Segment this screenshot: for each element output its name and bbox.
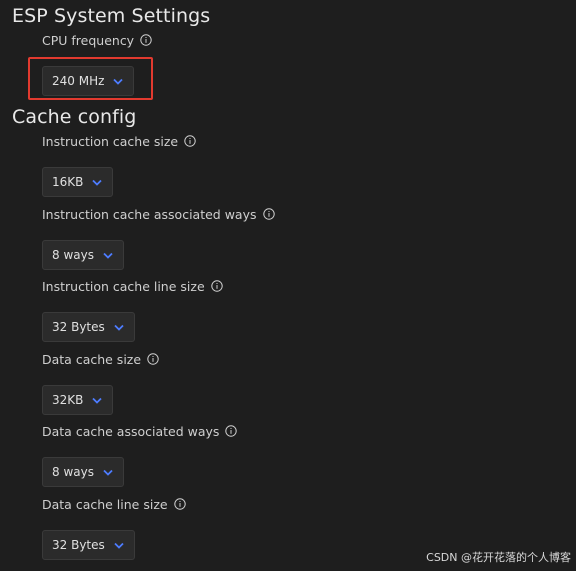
setting-label-instruction-cache-line-size: Instruction cache line size bbox=[42, 277, 223, 295]
setting-label-data-cache-size: Data cache size bbox=[42, 350, 159, 368]
data-cache-size-value: 32KB bbox=[52, 393, 84, 407]
instruction-cache-ways-value: 8 ways bbox=[52, 248, 94, 262]
instruction-cache-size-label: Instruction cache size bbox=[42, 133, 179, 149]
info-icon[interactable] bbox=[225, 425, 238, 437]
setting-label-instruction-cache-ways: Instruction cache associated ways bbox=[42, 205, 275, 223]
cpu-frequency-select[interactable]: 240 MHz bbox=[42, 66, 135, 96]
info-icon[interactable] bbox=[184, 135, 196, 147]
data-cache-line-label: Data cache line size bbox=[42, 496, 168, 512]
cpu-frequency-value: 240 MHz bbox=[52, 74, 105, 88]
instruction-cache-line-value: 32 Bytes bbox=[52, 320, 105, 334]
data-cache-size-label: Data cache size bbox=[42, 351, 142, 367]
instruction-cache-line-select[interactable]: 32 Bytes bbox=[42, 312, 135, 342]
setting-label-instruction-cache-size: Instruction cache size bbox=[42, 132, 196, 150]
info-icon[interactable] bbox=[173, 498, 186, 510]
data-cache-line-value: 32 Bytes bbox=[52, 538, 105, 552]
data-cache-ways-label: Data cache associated ways bbox=[42, 423, 220, 439]
setting-label-data-cache-line-size: Data cache line size bbox=[42, 495, 186, 513]
section-title-cache-config: Cache config bbox=[12, 106, 137, 128]
data-cache-size-select[interactable]: 32KB bbox=[42, 385, 114, 415]
info-icon[interactable] bbox=[140, 34, 152, 46]
section-title-esp-system-settings: ESP System Settings bbox=[12, 5, 211, 27]
chevron-down-icon bbox=[114, 324, 124, 331]
chevron-down-icon bbox=[103, 469, 113, 476]
info-icon[interactable] bbox=[147, 353, 159, 365]
chevron-down-icon bbox=[92, 179, 103, 186]
cpu-frequency-label: CPU frequency bbox=[42, 32, 135, 48]
instruction-cache-ways-select[interactable]: 8 ways bbox=[42, 240, 124, 270]
data-cache-ways-value: 8 ways bbox=[52, 465, 94, 479]
setting-label-data-cache-ways: Data cache associated ways bbox=[42, 422, 238, 440]
instruction-cache-line-label: Instruction cache line size bbox=[42, 278, 205, 294]
instruction-cache-ways-label: Instruction cache associated ways bbox=[42, 206, 257, 222]
instruction-cache-size-select[interactable]: 16KB bbox=[42, 167, 114, 197]
info-icon[interactable] bbox=[262, 208, 275, 220]
setting-label-cpu-frequency: CPU frequency bbox=[42, 31, 152, 49]
chevron-down-icon bbox=[113, 78, 124, 85]
data-cache-line-select[interactable]: 32 Bytes bbox=[42, 530, 135, 560]
info-icon[interactable] bbox=[210, 280, 223, 292]
instruction-cache-size-value: 16KB bbox=[52, 175, 84, 189]
chevron-down-icon bbox=[92, 397, 103, 404]
data-cache-ways-select[interactable]: 8 ways bbox=[42, 457, 124, 487]
chevron-down-icon bbox=[114, 542, 124, 549]
watermark: CSDN @花开花落的个人博客 bbox=[426, 551, 571, 564]
chevron-down-icon bbox=[103, 252, 113, 259]
